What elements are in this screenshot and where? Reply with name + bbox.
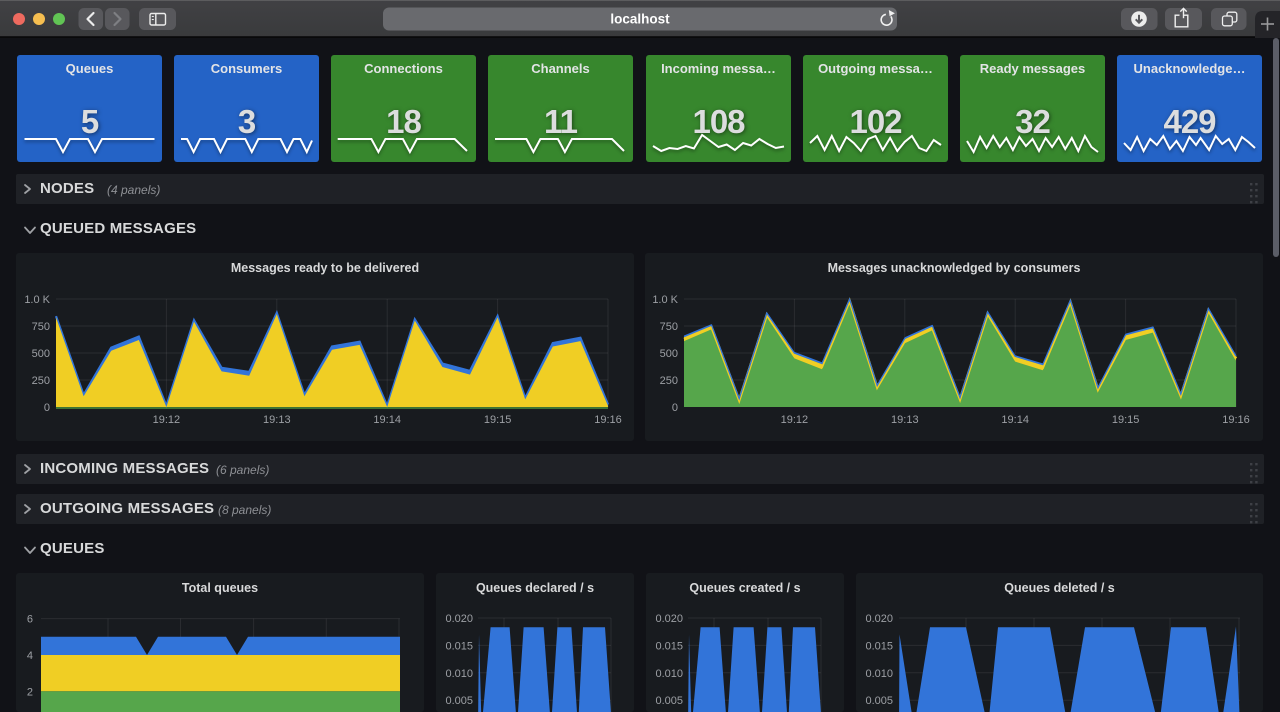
svg-text:0.015: 0.015: [445, 640, 473, 652]
svg-text:19:16: 19:16: [594, 414, 622, 426]
svg-text:19:12: 19:12: [153, 414, 181, 426]
svg-text:19:14: 19:14: [1001, 414, 1029, 426]
svg-text:0.015: 0.015: [655, 640, 683, 652]
svg-text:0.005: 0.005: [865, 695, 893, 707]
svg-text:0.015: 0.015: [865, 640, 893, 652]
svg-text:4: 4: [27, 650, 33, 662]
svg-text:1.0 K: 1.0 K: [24, 294, 50, 306]
svg-text:0.005: 0.005: [445, 695, 473, 707]
svg-text:6: 6: [27, 614, 33, 626]
svg-text:19:12: 19:12: [781, 414, 809, 426]
svg-text:0.005: 0.005: [655, 695, 683, 707]
svg-text:19:15: 19:15: [1112, 414, 1140, 426]
svg-text:19:14: 19:14: [373, 414, 401, 426]
svg-text:19:13: 19:13: [891, 414, 919, 426]
svg-text:500: 500: [660, 348, 678, 360]
svg-text:localhost: localhost: [610, 12, 670, 27]
svg-text:250: 250: [32, 375, 50, 387]
svg-text:1.0 K: 1.0 K: [652, 294, 678, 306]
svg-text:0.010: 0.010: [655, 668, 683, 680]
svg-text:0.010: 0.010: [865, 668, 893, 680]
svg-text:0: 0: [672, 402, 678, 414]
svg-text:19:13: 19:13: [263, 414, 291, 426]
svg-text:0.020: 0.020: [445, 613, 473, 625]
svg-text:0.020: 0.020: [655, 613, 683, 625]
svg-text:0.020: 0.020: [865, 613, 893, 625]
svg-text:19:16: 19:16: [1222, 414, 1250, 426]
svg-text:750: 750: [660, 321, 678, 333]
svg-text:0: 0: [44, 402, 50, 414]
svg-text:500: 500: [32, 348, 50, 360]
svg-text:250: 250: [660, 375, 678, 387]
svg-text:19:15: 19:15: [484, 414, 512, 426]
svg-text:750: 750: [32, 321, 50, 333]
svg-text:0.010: 0.010: [445, 668, 473, 680]
svg-text:2: 2: [27, 686, 33, 698]
